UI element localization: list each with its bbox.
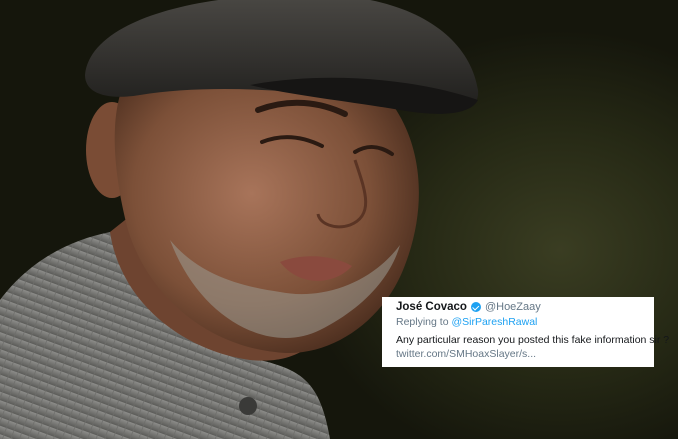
replying-to-line: Replying to @SirPareshRawal (396, 316, 644, 328)
replying-to-label: Replying to (396, 316, 449, 328)
shirt-button (239, 397, 257, 415)
user-handle[interactable]: @HoeZaay (485, 301, 541, 313)
background-photo (0, 0, 678, 439)
mention-link[interactable]: @SirPareshRawal (451, 316, 537, 328)
tweet-link[interactable]: twitter.com/SMHoaxSlayer/s... (396, 348, 644, 360)
tweet-card: José Covaco @HoeZaay Replying to @SirPar… (382, 297, 670, 367)
tweet-header: José Covaco @HoeZaay (396, 301, 644, 313)
display-name[interactable]: José Covaco (396, 301, 467, 313)
portrait-illustration (0, 0, 479, 439)
tweet-text: Any particular reason you posted this fa… (396, 334, 670, 346)
verified-badge-icon (470, 302, 481, 312)
